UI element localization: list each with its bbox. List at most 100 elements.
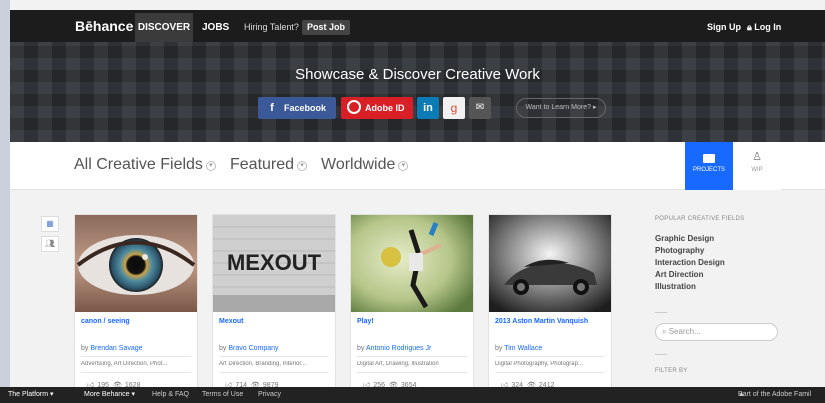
more-behance-menu[interactable]: More Behance ▾ bbox=[84, 387, 135, 403]
linkedin-signin-button[interactable]: in bbox=[417, 97, 439, 119]
popular-fields-heading: POPULAR CREATIVE FIELDS bbox=[655, 216, 745, 222]
project-byline: by Brendan Savage bbox=[81, 345, 143, 352]
mail-icon: ✉ bbox=[475, 102, 485, 113]
tab-projects[interactable]: PROJECTS bbox=[685, 142, 733, 190]
chevron-down-icon: ▾ bbox=[398, 161, 409, 171]
author-link[interactable]: Brendan Savage bbox=[90, 345, 142, 352]
nav-discover[interactable]: DISCOVER bbox=[135, 13, 193, 42]
project-card[interactable]: Play! by Antonio Rodrigues Jr Digital Ar… bbox=[350, 214, 474, 394]
facebook-label: Facebook bbox=[284, 103, 327, 113]
privacy-link[interactable]: Privacy bbox=[258, 387, 281, 403]
project-thumbnail-mexout[interactable]: MEXOUT bbox=[213, 215, 335, 312]
author-link[interactable]: Tim Wallace bbox=[504, 345, 542, 352]
divider bbox=[495, 372, 605, 373]
facebook-signin-button[interactable]: f Facebook bbox=[258, 97, 336, 119]
project-card[interactable]: MEXOUT Mexout by Bravo Company Art Direc… bbox=[212, 214, 336, 394]
author-link[interactable]: Bravo Company bbox=[228, 345, 278, 352]
featured-dropdown[interactable]: Featured ▾ bbox=[230, 156, 308, 174]
post-job-button[interactable]: Post Job bbox=[302, 20, 351, 35]
featured-label: Featured bbox=[230, 156, 295, 173]
window-edge bbox=[0, 0, 10, 403]
projects-tab-label: PROJECTS bbox=[692, 167, 725, 173]
nav-hiring-label: Hiring Talent? bbox=[244, 22, 299, 32]
project-thumbnail-aston-martin[interactable] bbox=[489, 215, 611, 312]
creative-fields-dropdown[interactable]: All Creative Fields ▾ bbox=[74, 156, 216, 174]
googleplus-signin-button[interactable]: g bbox=[443, 97, 465, 119]
filter-bar: All Creative Fields ▾ Featured ▾ Worldwide… bbox=[10, 142, 825, 190]
divider bbox=[655, 354, 667, 355]
adobe-id-label: Adobe ID bbox=[365, 103, 405, 113]
project-thumbnail-eye[interactable] bbox=[75, 215, 197, 312]
divider bbox=[81, 356, 191, 357]
project-fields: Art Direction, Branding, Interior... bbox=[219, 361, 307, 367]
adobe-id-signin-button[interactable]: Adobe ID bbox=[341, 97, 413, 119]
hero-title: Showcase & Discover Creative Work bbox=[295, 66, 540, 83]
project-title[interactable]: 2013 Aston Martin Vanquish bbox=[495, 318, 588, 325]
adobe-family-label: Part of the Adobe Famil bbox=[738, 391, 812, 398]
divider bbox=[357, 356, 467, 357]
tab-wip[interactable]: ♙ WIP bbox=[733, 142, 781, 190]
log-in-link[interactable]: 🔒︎ Log In bbox=[747, 13, 781, 42]
chevron-down-icon: ▾ bbox=[205, 161, 216, 171]
by-label: by bbox=[219, 345, 227, 352]
by-label: by bbox=[357, 345, 365, 352]
grid-view-toggle[interactable]: ▦ bbox=[41, 216, 59, 232]
adobe-icon bbox=[347, 100, 361, 114]
project-fields: Digital Art, Drawing, Illustration bbox=[357, 361, 439, 367]
behance-page: Bēhance DISCOVER JOBS Hiring Talent? Pos… bbox=[0, 0, 825, 403]
facebook-icon: f bbox=[270, 102, 274, 114]
author-link[interactable]: Antonio Rodrigues Jr bbox=[366, 345, 431, 352]
popular-field-link[interactable]: Interaction Design bbox=[655, 257, 725, 269]
hero-banner: Showcase & Discover Creative Work f Faceb… bbox=[10, 42, 825, 142]
by-label: by bbox=[495, 345, 503, 352]
top-nav: Bēhance DISCOVER JOBS Hiring Talent? Pos… bbox=[10, 10, 825, 42]
behance-logo[interactable]: Bēhance bbox=[75, 18, 133, 34]
linkedin-icon: in bbox=[423, 102, 433, 114]
project-title[interactable]: Mexout bbox=[219, 318, 244, 325]
project-byline: by Bravo Company bbox=[219, 345, 279, 352]
divider bbox=[219, 356, 329, 357]
footer-bar: The Platform ▾ More Behance ▾ Help & FAQ… bbox=[0, 387, 825, 403]
email-signin-button[interactable]: ✉ bbox=[469, 97, 491, 119]
search-icon: ⌕ bbox=[662, 327, 669, 336]
divider bbox=[81, 372, 191, 373]
people-view-toggle[interactable]: 👥︎ bbox=[41, 236, 59, 252]
search-placeholder: Search... bbox=[668, 327, 701, 336]
wip-tab-label: WIP bbox=[751, 167, 763, 173]
popular-field-link[interactable]: Graphic Design bbox=[655, 233, 725, 245]
project-title[interactable]: canon / seeing bbox=[81, 318, 130, 325]
worldwide-dropdown[interactable]: Worldwide ▾ bbox=[321, 156, 409, 174]
project-thumbnail-play[interactable] bbox=[351, 215, 473, 312]
learn-more-button[interactable]: Want to Learn More? ▸ bbox=[516, 98, 606, 118]
creative-fields-label: All Creative Fields bbox=[74, 156, 203, 173]
search-input[interactable]: ⌕ Search... bbox=[655, 323, 778, 341]
divider bbox=[357, 372, 467, 373]
popular-field-link[interactable]: Illustration bbox=[655, 281, 725, 293]
chevron-down-icon: ▾ bbox=[297, 161, 308, 171]
popular-field-link[interactable]: Photography bbox=[655, 245, 725, 257]
wip-icon: ♙ bbox=[752, 151, 762, 163]
grid-icon: ▦ bbox=[46, 219, 54, 228]
popular-field-link[interactable]: Art Direction bbox=[655, 269, 725, 281]
googleplus-icon: g bbox=[450, 101, 458, 115]
by-label: by bbox=[81, 345, 89, 352]
terms-link[interactable]: Terms of Use bbox=[202, 387, 243, 403]
log-in-label: Log In bbox=[754, 22, 782, 32]
nav-jobs[interactable]: JOBS bbox=[202, 13, 229, 42]
divider bbox=[655, 312, 667, 313]
project-card[interactable]: canon / seeing by Brendan Savage Adverti… bbox=[74, 214, 198, 394]
project-title[interactable]: Play! bbox=[357, 318, 374, 325]
platform-menu[interactable]: The Platform ▾ bbox=[8, 387, 54, 403]
people-icon: 👥︎ bbox=[44, 239, 56, 248]
help-link[interactable]: Help & FAQ bbox=[152, 387, 189, 403]
divider bbox=[219, 372, 329, 373]
project-fields: Digital Photography, Photograp... bbox=[495, 361, 583, 367]
project-card[interactable]: 2013 Aston Martin Vanquish by Tim Wallac… bbox=[488, 214, 612, 394]
divider bbox=[495, 356, 605, 357]
briefcase-icon bbox=[703, 154, 715, 163]
project-fields: Advertising, Art Direction, Phot... bbox=[81, 361, 168, 367]
svg-text:MEXOUT: MEXOUT bbox=[227, 250, 322, 275]
popular-fields-list: Graphic Design Photography Interaction D… bbox=[655, 233, 725, 293]
project-byline: by Tim Wallace bbox=[495, 345, 542, 352]
sign-up-link[interactable]: Sign Up bbox=[707, 13, 741, 42]
